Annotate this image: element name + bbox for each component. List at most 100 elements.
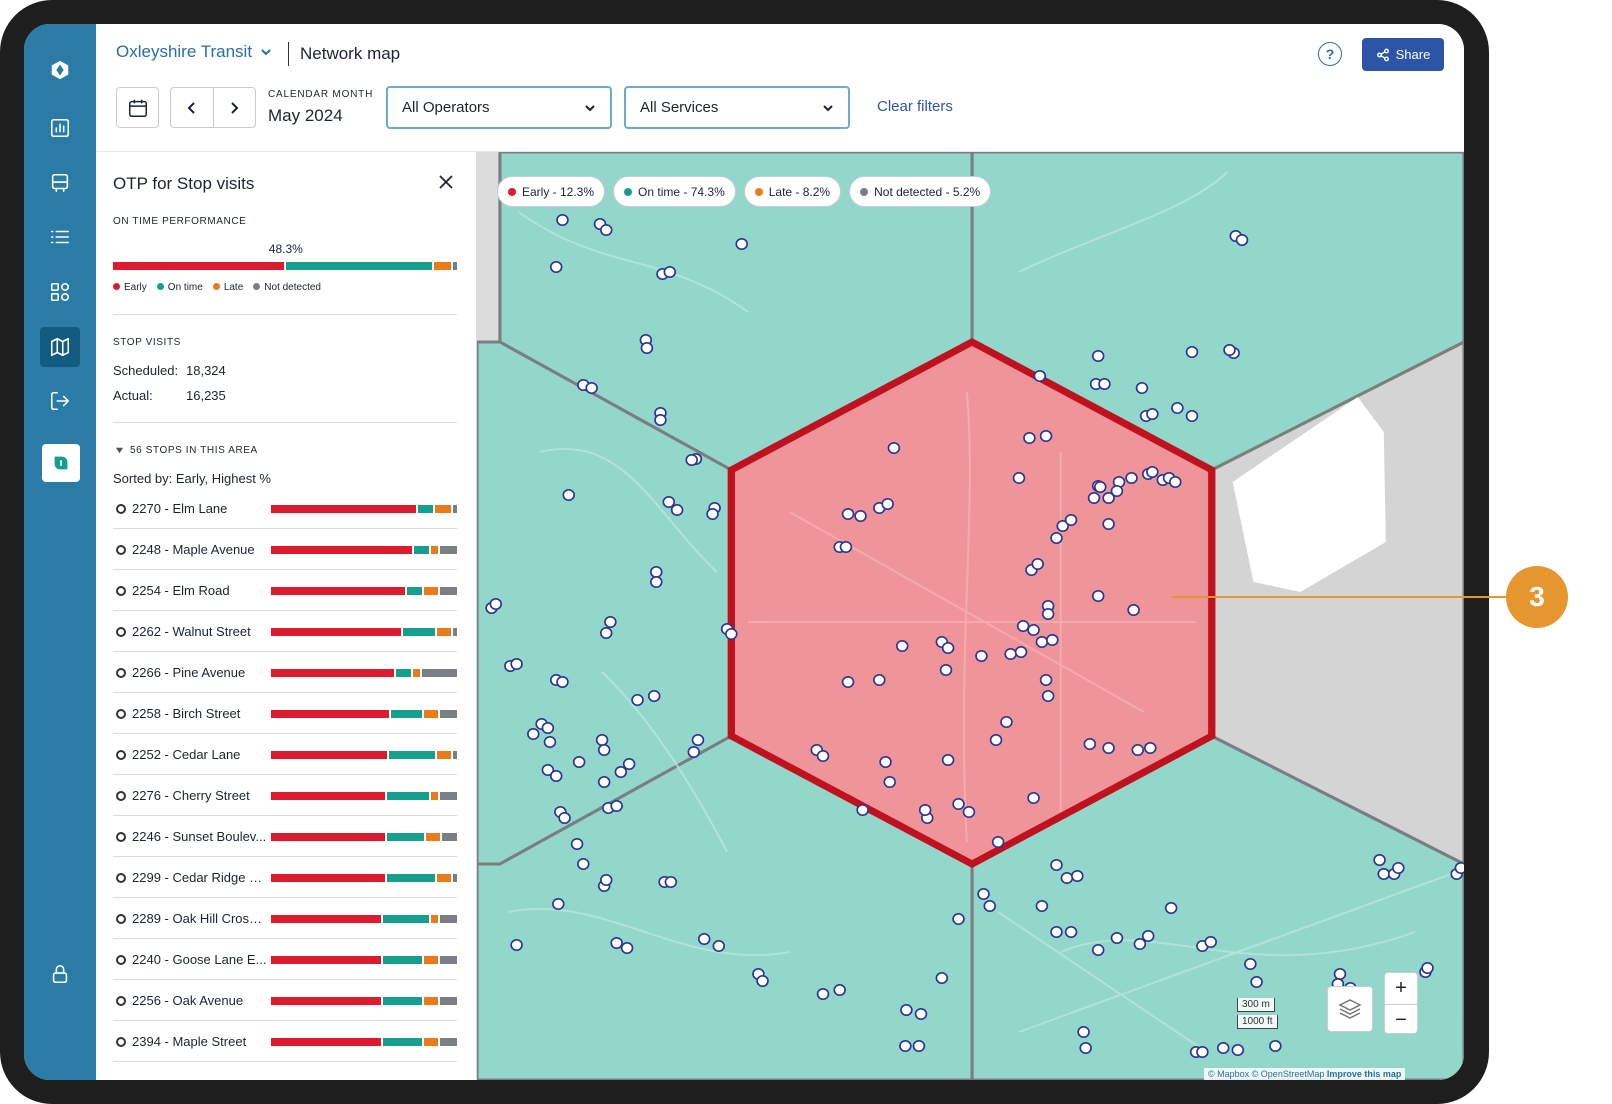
stop-row[interactable]: 2270 - Elm Lane: [113, 488, 457, 529]
map-stop-marker[interactable]: [1050, 531, 1063, 544]
map-stop-marker[interactable]: [599, 224, 613, 237]
map-stop-marker[interactable]: [610, 799, 623, 812]
map-stop-marker[interactable]: [604, 615, 617, 628]
map-stop-marker[interactable]: [1064, 925, 1078, 938]
map-stop-marker[interactable]: [1035, 635, 1049, 648]
org-switcher[interactable]: Oxleyshire Transit: [116, 42, 272, 62]
network-map[interactable]: Early - 12.3% On time - 74.3% Late - 8.2% N…: [477, 152, 1464, 1080]
map-stop-marker[interactable]: [1083, 737, 1097, 750]
map-stop-marker[interactable]: [1027, 791, 1040, 804]
map-stop-marker[interactable]: [1231, 1043, 1245, 1056]
map-stop-marker[interactable]: [1087, 491, 1101, 504]
map-stop-marker[interactable]: [841, 507, 855, 520]
map-stop-marker[interactable]: [1144, 741, 1157, 754]
stop-row[interactable]: 2289 - Oak Hill Crossi...: [113, 898, 457, 939]
map-stop-marker[interactable]: [816, 987, 830, 1000]
map-stop-marker[interactable]: [595, 733, 609, 746]
logo-icon[interactable]: [40, 50, 80, 90]
map-stop-marker[interactable]: [725, 627, 738, 640]
clear-filters-link[interactable]: Clear filters: [877, 98, 953, 115]
map-stop-marker[interactable]: [899, 1039, 912, 1052]
map-stop-marker[interactable]: [647, 689, 661, 702]
map-stop-marker[interactable]: [1146, 465, 1159, 478]
otp-chip[interactable]: Late - 8.2%: [743, 176, 842, 207]
stop-row[interactable]: 2258 - Birch Street: [113, 693, 457, 734]
map-stop-marker[interactable]: [706, 507, 719, 520]
map-stop-marker[interactable]: [856, 803, 869, 816]
map-stop-marker[interactable]: [1098, 378, 1111, 391]
map-stop-marker[interactable]: [552, 897, 565, 910]
map-stop-marker[interactable]: [549, 261, 563, 274]
stops-toggle[interactable]: 56 STOPS IN THIS AREA: [115, 445, 258, 456]
map-stop-marker[interactable]: [663, 266, 677, 279]
map-stop-marker[interactable]: [510, 657, 523, 670]
map-stop-marker[interactable]: [1171, 402, 1184, 415]
calendar-button[interactable]: [116, 87, 159, 128]
map-stop-marker[interactable]: [510, 938, 523, 951]
map-stop-marker[interactable]: [1164, 901, 1178, 914]
map-stop-marker[interactable]: [620, 941, 634, 954]
stop-row[interactable]: 2262 - Walnut Street: [113, 611, 457, 652]
map-stop-marker[interactable]: [1269, 1039, 1282, 1052]
next-month-button[interactable]: [212, 88, 256, 127]
map-stop-marker[interactable]: [1091, 589, 1105, 602]
map-stop-marker[interactable]: [1071, 869, 1084, 882]
map-stop-marker[interactable]: [816, 749, 830, 762]
map-stop-marker[interactable]: [1050, 925, 1063, 938]
map-stop-marker[interactable]: [1041, 689, 1055, 702]
map-stop-marker[interactable]: [1333, 967, 1347, 980]
map-stop-marker[interactable]: [879, 755, 892, 768]
map-stop-marker[interactable]: [614, 765, 628, 778]
map-stop-marker[interactable]: [1079, 1041, 1092, 1054]
otp-chip[interactable]: Not detected - 5.2%: [849, 176, 992, 207]
map-stop-marker[interactable]: [1223, 344, 1236, 357]
improve-map-link[interactable]: Improve this map: [1327, 1069, 1402, 1079]
map-stop-marker[interactable]: [541, 721, 555, 734]
list-icon[interactable]: [40, 217, 80, 257]
map-stop-marker[interactable]: [912, 1039, 926, 1052]
map-stop-marker[interactable]: [1244, 957, 1257, 970]
map-stop-marker[interactable]: [549, 769, 563, 782]
stop-row[interactable]: 2394 - Maple Street: [113, 1021, 457, 1062]
map-stop-marker[interactable]: [1016, 619, 1030, 632]
map-stop-marker[interactable]: [962, 805, 976, 818]
map-stop-marker[interactable]: [527, 727, 540, 740]
app-switcher-icon[interactable]: [42, 444, 80, 482]
map-stop-marker[interactable]: [1131, 743, 1145, 756]
zoom-out-button[interactable]: −: [1385, 1004, 1417, 1035]
zoom-in-button[interactable]: +: [1385, 973, 1417, 1004]
map-stop-marker[interactable]: [735, 238, 748, 251]
help-icon[interactable]: ?: [1318, 42, 1342, 66]
map-stop-marker[interactable]: [562, 488, 575, 501]
map-stop-marker[interactable]: [650, 575, 663, 588]
map-stop-marker[interactable]: [662, 495, 676, 508]
map-stop-marker[interactable]: [1250, 975, 1263, 988]
stop-row[interactable]: 2240 - Goose Lane E...: [113, 939, 457, 980]
map-stop-marker[interactable]: [833, 983, 846, 996]
map-stop-marker[interactable]: [1454, 862, 1464, 874]
map-stop-marker[interactable]: [687, 745, 701, 758]
map-stop-marker[interactable]: [1110, 484, 1124, 497]
close-panel-button[interactable]: [436, 172, 456, 192]
map-stop-marker[interactable]: [854, 509, 867, 522]
map-stop-marker[interactable]: [991, 835, 1005, 848]
map-stop-marker[interactable]: [691, 733, 705, 746]
map-stop-marker[interactable]: [935, 971, 949, 984]
lock-icon[interactable]: [40, 954, 80, 994]
map-stop-marker[interactable]: [952, 912, 965, 925]
map-stop-marker[interactable]: [610, 936, 623, 949]
osm-link[interactable]: © OpenStreetMap: [1252, 1069, 1325, 1079]
stop-row[interactable]: 2266 - Pine Avenue: [113, 652, 457, 693]
map-stop-marker[interactable]: [1014, 645, 1028, 658]
map-stop-marker[interactable]: [631, 693, 644, 706]
map-stop-marker[interactable]: [1033, 370, 1047, 383]
map-stop-marker[interactable]: [1091, 350, 1105, 363]
map-stop-marker[interactable]: [975, 649, 988, 662]
map-stop-marker[interactable]: [1035, 899, 1049, 912]
map-stop-marker[interactable]: [1050, 858, 1063, 871]
map-stop-marker[interactable]: [670, 503, 684, 516]
map-stop-marker[interactable]: [577, 857, 590, 870]
stop-row[interactable]: 2276 - Cherry Street: [113, 775, 457, 816]
map-stop-marker[interactable]: [952, 797, 965, 810]
map-stop-marker[interactable]: [489, 597, 503, 610]
